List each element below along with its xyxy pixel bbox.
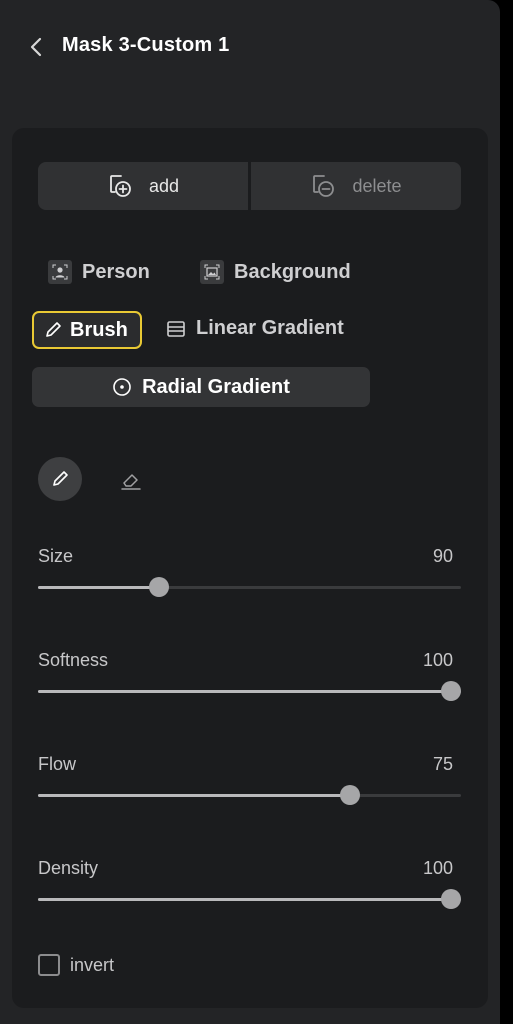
background-label: Background [234, 260, 351, 283]
softness-label: Softness [38, 650, 109, 670]
background-icon [200, 260, 224, 284]
linear-gradient-icon [167, 320, 185, 337]
density-label: Density [38, 858, 99, 878]
brush-icon [46, 322, 61, 337]
delete-mask-icon [313, 175, 335, 197]
size-slider: Size 90 [38, 546, 461, 606]
density-slider: Density 100 [38, 858, 461, 918]
chevron-left-icon [30, 37, 42, 57]
size-thumb[interactable] [149, 577, 169, 597]
mask-settings-card: add delete Person Background Brush Linea… [12, 128, 488, 1008]
radial-gradient-label: Radial Gradient [142, 375, 290, 398]
softness-value: 100 [422, 650, 453, 670]
size-value: 90 [432, 546, 453, 566]
flow-label: Flow [38, 754, 77, 774]
brush-label: Brush [70, 318, 128, 341]
page-title: Mask 3-Custom 1 [62, 34, 230, 56]
flow-slider: Flow 75 [38, 754, 461, 814]
mask-type-brush[interactable]: Brush [32, 311, 142, 349]
eraser-icon [121, 474, 141, 490]
delete-label: delete [352, 175, 402, 196]
eraser-tool-button[interactable] [116, 466, 146, 494]
invert-label: invert [70, 954, 115, 975]
softness-track[interactable] [38, 681, 461, 701]
density-thumb[interactable] [441, 889, 461, 909]
flow-value: 75 [432, 754, 453, 774]
softness-fill [38, 690, 461, 693]
back-button[interactable] [24, 34, 48, 60]
mask-type-linear-gradient[interactable]: Linear Gradient [166, 317, 344, 340]
size-fill [38, 586, 159, 589]
density-track[interactable] [38, 889, 461, 909]
pen-icon [53, 471, 68, 486]
radial-gradient-icon [113, 378, 131, 396]
linear-gradient-label: Linear Gradient [196, 317, 344, 339]
mask-panel: Mask 3-Custom 1 add delete Person Backgr… [0, 0, 500, 1024]
mask-type-radial-gradient[interactable]: Radial Gradient [32, 367, 370, 407]
flow-thumb[interactable] [340, 785, 360, 805]
invert-checkbox[interactable] [38, 954, 60, 976]
header: Mask 3-Custom 1 [0, 0, 500, 96]
invert-toggle[interactable]: invert [38, 954, 114, 976]
size-label: Size [38, 546, 74, 566]
add-mask-icon [110, 175, 131, 197]
softness-thumb[interactable] [441, 681, 461, 701]
add-button[interactable]: add [38, 162, 248, 210]
density-value: 100 [422, 858, 453, 878]
softness-slider: Softness 100 [38, 650, 461, 710]
flow-track[interactable] [38, 785, 461, 805]
add-delete-segment: add delete [38, 162, 461, 210]
density-fill [38, 898, 461, 901]
brush-tool-button[interactable] [38, 457, 82, 501]
person-icon [48, 260, 72, 284]
flow-fill [38, 794, 350, 797]
mask-type-person[interactable]: Person [48, 260, 150, 284]
person-label: Person [82, 260, 150, 283]
mask-type-background[interactable]: Background [200, 260, 351, 284]
add-label: add [148, 175, 180, 196]
size-track[interactable] [38, 577, 461, 597]
delete-button[interactable]: delete [251, 162, 461, 210]
